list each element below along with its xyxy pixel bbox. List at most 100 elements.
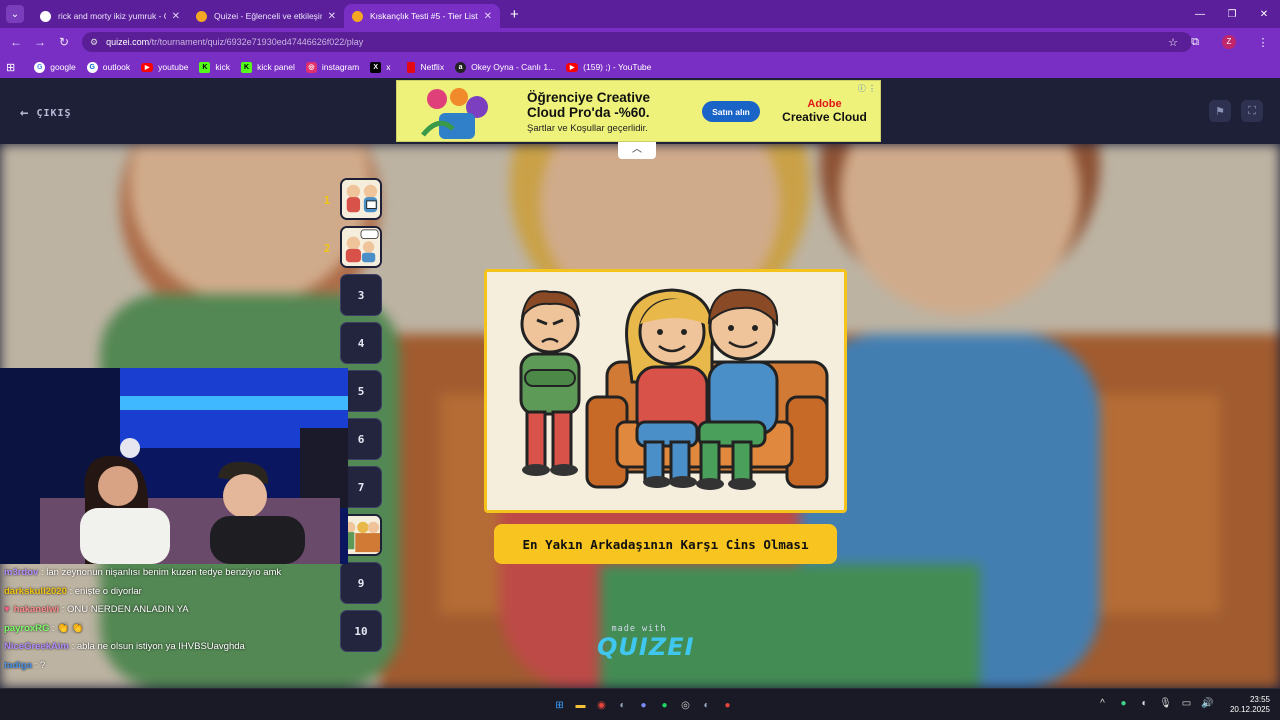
kick-icon: K xyxy=(199,61,211,73)
chat-message: NiceGreekAim : abla ne olsun istiyon ya … xyxy=(4,638,349,657)
address-bar[interactable]: ⚙ quizei.com/tr/tournament/quiz/6932e719… xyxy=(82,32,1192,52)
steam-icon[interactable]: ◐ xyxy=(612,697,633,713)
ad-banner[interactable]: ⓘ ⋮ Öğrenciye Creative Cloud Pro'da -%60… xyxy=(396,80,881,142)
exit-button[interactable]: ← ÇIKIŞ xyxy=(20,105,72,121)
browser-toolbar: ← → ↻ ⚙ quizei.com/tr/tournament/quiz/69… xyxy=(0,28,1280,56)
bookmark-okey[interactable]: a Okey Oyna - Canlı 1... xyxy=(455,61,555,73)
youtube-icon: ▶ xyxy=(566,62,579,72)
tray-app-icon[interactable]: ● xyxy=(1113,698,1134,709)
exit-label: ÇIKIŞ xyxy=(36,107,72,119)
chat-text: : abla ne olsun istiyon ya IHVBSUavghda xyxy=(68,641,245,652)
ad-buy-button[interactable]: Satın alın xyxy=(702,101,760,122)
new-tab-button[interactable]: + xyxy=(510,6,519,23)
spotify-icon[interactable]: ● xyxy=(654,697,675,713)
discord-icon[interactable]: ● xyxy=(633,697,654,713)
close-window-icon[interactable]: ✕ xyxy=(1248,0,1280,28)
bookmark-netflix[interactable]: Netflix xyxy=(407,61,444,73)
quiz-illustration xyxy=(487,272,844,510)
bookmark-youtube-2[interactable]: ▶ (159) ;) - YouTube xyxy=(566,62,651,72)
taskbar-apps: ⊞ ▬ ◉ ◐ ● ● ◎ ◐ ● xyxy=(549,697,738,713)
okey-icon: a xyxy=(455,61,467,73)
windows-start-icon[interactable]: ⊞ xyxy=(549,697,570,713)
bookmark-kick-panel[interactable]: Kkick panel xyxy=(241,61,295,73)
chat-text: : enişte o diyorlar xyxy=(66,585,142,597)
round-item-2[interactable] xyxy=(340,226,382,268)
tab-title: Quizei - Eğlenceli ve etkileşimli xyxy=(214,11,322,21)
bookmark-outlook[interactable]: Goutlook xyxy=(86,61,130,73)
close-icon[interactable]: ✕ xyxy=(172,11,180,22)
tab-2[interactable]: Quizei - Eğlenceli ve etkileşimli ✕ xyxy=(188,4,344,28)
apps-button[interactable]: ⊞ xyxy=(6,61,23,74)
bookmark-star-icon[interactable]: ☆ xyxy=(1168,36,1178,49)
restore-icon[interactable]: ❐ xyxy=(1216,0,1248,28)
bookmark-google[interactable]: Ggoogle xyxy=(34,61,76,73)
close-icon[interactable]: ✕ xyxy=(328,11,336,22)
stream-chat: m3rdov : lan zeynonun nişanlısı benim ku… xyxy=(4,564,349,675)
obs-icon[interactable]: ◎ xyxy=(675,697,696,713)
app-red-icon[interactable]: ● xyxy=(717,697,738,713)
bookmark-label: kick panel xyxy=(257,62,295,72)
round-item-3[interactable]: 3 xyxy=(340,274,382,316)
round-marker: 1 xyxy=(323,194,331,207)
extensions-icon[interactable]: ⧉ xyxy=(1178,36,1212,49)
tab-search-button[interactable]: ⌄ xyxy=(6,5,24,23)
close-icon[interactable]: ✕ xyxy=(484,11,492,22)
flag-icon: ⚑ xyxy=(1215,105,1225,118)
report-flag-button[interactable]: ⚑ xyxy=(1209,100,1231,122)
bookmark-x[interactable]: Xx xyxy=(370,61,390,73)
bookmark-label: kick xyxy=(215,62,231,72)
minimize-icon[interactable]: — xyxy=(1184,0,1216,28)
ad-brand-line2: Creative Cloud xyxy=(782,110,867,124)
quizei-icon xyxy=(196,10,207,22)
fullscreen-button[interactable]: ⛶ xyxy=(1241,100,1263,122)
round-item-4[interactable]: 4 xyxy=(340,322,382,364)
file-explorer-icon[interactable]: ▬ xyxy=(570,697,591,713)
menu-icon[interactable]: ⋮ xyxy=(1246,36,1280,49)
bookmark-label: (159) ;) - YouTube xyxy=(583,62,652,72)
ad-info-icon[interactable]: ⓘ ⋮ xyxy=(858,83,876,94)
x-icon: X xyxy=(370,61,382,73)
steam-icon-2[interactable]: ◐ xyxy=(696,697,717,713)
quizei-logo: QUIZEI xyxy=(597,633,695,661)
steam-tray-icon[interactable]: ◐ xyxy=(1134,698,1155,709)
ad-illustration xyxy=(421,88,488,139)
chat-username: hakanelwi xyxy=(13,604,60,615)
instagram-icon: ◎ xyxy=(305,61,317,73)
tab-3-active[interactable]: Kıskançlık Testi #5 - Tier List, Kı ✕ xyxy=(344,4,500,28)
volume-icon[interactable]: 🔊 xyxy=(1197,698,1218,709)
bookmark-label: youtube xyxy=(158,62,189,72)
bookmarks-bar: ⊞ Ggoogle Goutlook ▶ youtube Kkick Kkick … xyxy=(0,56,1280,78)
bookmark-youtube[interactable]: ▶ youtube xyxy=(141,62,188,72)
round-item-1[interactable] xyxy=(340,178,382,220)
ad-collapse-button[interactable]: ︿ xyxy=(618,142,656,159)
chat-username: darkskull2020 xyxy=(4,585,67,597)
chevron-up-icon[interactable]: ^ xyxy=(1092,698,1113,709)
clock-time: 23:55 xyxy=(1249,695,1270,704)
chat-message: tadiga : ? xyxy=(4,657,349,676)
clock[interactable]: 23:55 20.12.2025 xyxy=(1230,695,1270,715)
made-with-quizei[interactable]: made with QUIZEI xyxy=(597,624,695,661)
microphone-icon[interactable]: 🎙 xyxy=(1155,698,1176,709)
site-info-icon[interactable]: ⚙ xyxy=(90,37,98,48)
ad-subtitle: Şartlar ve Koşullar geçerlidir. xyxy=(527,123,648,134)
bookmark-instagram[interactable]: ◎ instagram xyxy=(305,61,360,73)
kick-icon: K xyxy=(241,61,253,73)
chat-username: payroxRG xyxy=(4,622,50,634)
chevron-up-icon: ︿ xyxy=(632,144,642,155)
youtube-icon: ▶ xyxy=(141,62,154,72)
profile-avatar[interactable]: Z xyxy=(1222,35,1236,49)
network-icon[interactable]: ▭ xyxy=(1176,698,1197,709)
fullscreen-icon: ⛶ xyxy=(1248,104,1256,117)
bookmark-label: instagram xyxy=(321,62,360,72)
tab-1[interactable]: rick and morty ikiz yumruk - Go ✕ xyxy=(32,4,188,28)
back-icon[interactable]: ← xyxy=(4,35,28,49)
bookmark-kick[interactable]: Kkick xyxy=(199,61,231,73)
chrome-icon[interactable]: ◉ xyxy=(591,697,612,713)
option-caption-button[interactable]: En Yakın Arkadaşının Karşı Cins Olması xyxy=(494,524,837,564)
forward-icon[interactable]: → xyxy=(28,35,52,49)
reload-icon[interactable]: ↻ xyxy=(52,35,76,49)
url-host: quizei.com xyxy=(106,37,150,47)
ad-brand: Adobe Creative Cloud xyxy=(782,98,867,124)
taskbar: ⊞ ▬ ◉ ◐ ● ● ◎ ◐ ● ^ ● ◐ 🎙 ▭ 🔊 23:55 20.1… xyxy=(0,688,1280,720)
quiz-card-image[interactable] xyxy=(484,269,847,513)
